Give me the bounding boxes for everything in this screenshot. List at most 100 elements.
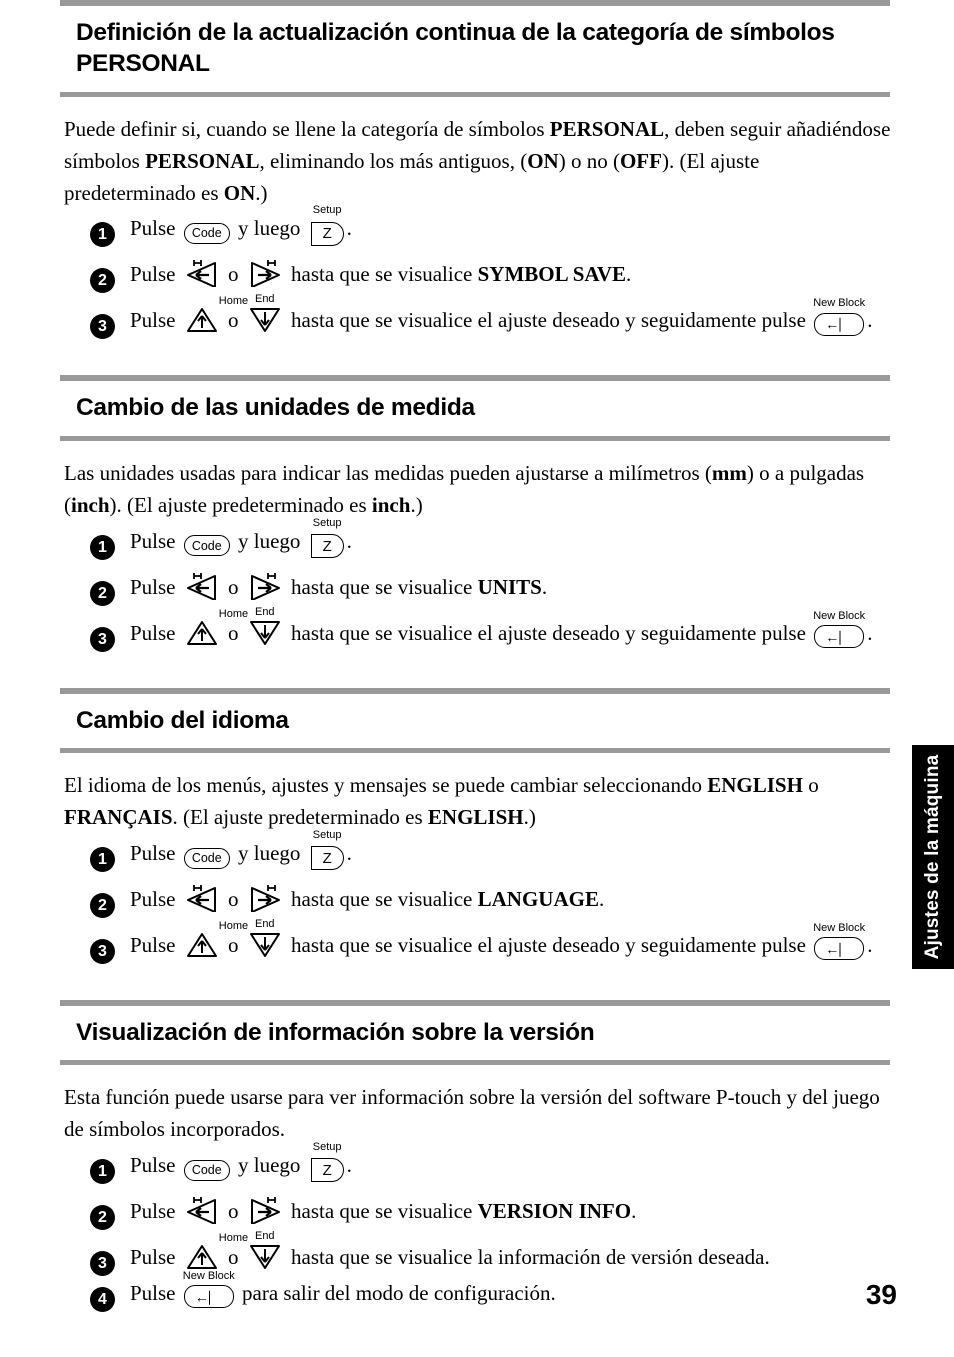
intro-bold: inch (71, 492, 110, 517)
code-key-icon[interactable]: Code (183, 843, 230, 869)
up-arrow-home-key-icon[interactable]: Home (185, 920, 248, 958)
down-arrow-end-key-icon[interactable]: End (248, 294, 282, 333)
left-arrow-key-icon[interactable] (185, 1196, 219, 1224)
setup-key-icon[interactable]: Setup Z (310, 205, 344, 246)
step-target-value: SYMBOL SAVE (477, 262, 627, 287)
steps-list: 1 Pulse Code y luego SetupZ. 2 Pulse o (60, 205, 890, 340)
step-label: Pulse (130, 1244, 176, 1269)
step-label: Pulse (130, 840, 176, 865)
intro-bold: PERSONAL (549, 116, 665, 141)
left-arrow-key-icon[interactable] (185, 572, 219, 600)
step-number-badge: 2 (90, 580, 115, 606)
intro-text: , eliminando los más antiguos, ( (259, 148, 528, 173)
intro-text: o (802, 772, 819, 797)
section-heading: Cambio de las unidades de medida (76, 394, 475, 422)
step-item: 4 Pulse New Block ←⎸ para salir del modo … (90, 1270, 890, 1312)
intro-bold: ON (527, 148, 559, 173)
step-number-badge: 3 (90, 1250, 115, 1276)
new-block-key-icon[interactable]: New Block ←⎸ (183, 1270, 235, 1309)
step-label: y luego (238, 840, 301, 865)
intro-text: . (El ajuste predeterminado es (172, 804, 428, 829)
section-symbol-save: Definición de la actualización continua … (60, 0, 890, 340)
step-text: Pulse o hasta que se visualice SYMBOL SA… (130, 254, 632, 288)
new-block-key-icon[interactable]: New Block ←⎸ (813, 922, 865, 961)
step-text: Pulse Home o End hasta que se visualice … (130, 1230, 770, 1270)
step-label: y luego (238, 1152, 301, 1177)
code-key-icon[interactable]: Code (183, 218, 230, 245)
right-arrow-key-icon[interactable] (248, 884, 282, 912)
section-intro-paragraph: El idioma de los menús, ajustes y mensaj… (60, 753, 894, 836)
up-arrow-home-key-icon[interactable]: Home (185, 296, 248, 333)
step-label: Pulse (130, 886, 176, 911)
section-heading: Definición de la actualización continua … (76, 19, 835, 78)
step-text: Pulse Code y luego Setup Z. (130, 205, 352, 246)
step-item: 2 Pulse o hasta que se visualice UNITS. (90, 567, 890, 606)
step-label: y luego (238, 216, 301, 241)
setup-key-icon[interactable]: Setup Z (310, 1141, 344, 1183)
right-arrow-key-icon[interactable] (248, 260, 282, 288)
intro-bold: FRANÇAIS (64, 804, 173, 829)
step-label: Pulse (130, 1280, 176, 1305)
left-arrow-key-icon[interactable] (185, 884, 219, 912)
setup-key-icon[interactable]: Setup Z (310, 829, 344, 871)
up-arrow-home-key-icon[interactable]: Home (185, 608, 248, 646)
step-label: hasta que se visualice (291, 262, 473, 287)
step-number-badge: 2 (90, 1204, 115, 1230)
step-label: o (228, 1244, 239, 1269)
intro-text: ) o no ( (558, 148, 620, 173)
step-label: o (228, 262, 239, 287)
step-number-badge: 3 (90, 314, 115, 340)
step-label: hasta que se visualice (291, 886, 473, 911)
setup-key-icon[interactable]: Setup Z (310, 517, 344, 559)
down-arrow-end-key-icon[interactable]: End (248, 606, 282, 646)
step-number-badge: 1 (90, 534, 115, 560)
step-label: o (228, 574, 239, 599)
new-block-key-icon[interactable]: New Block ←⎸ (813, 610, 865, 649)
page-number: 39 (865, 1279, 897, 1310)
code-key-icon[interactable]: Code (183, 1155, 230, 1181)
step-label: y luego (238, 528, 301, 553)
step-label: Pulse (130, 216, 176, 241)
step-text: Pulse Code y luego Setup Z. (130, 829, 352, 871)
step-item: 3 Pulse Home o End hasta que se visualic… (90, 1230, 890, 1276)
intro-bold: OFF (619, 148, 662, 173)
step-label: o (228, 932, 239, 957)
new-block-key-icon[interactable]: New Block ←⎸ (813, 298, 865, 336)
step-number-badge: 4 (90, 1286, 115, 1312)
step-number-badge: 1 (90, 846, 115, 872)
up-arrow-home-key-icon[interactable]: Home (185, 1232, 248, 1270)
step-label: o (228, 620, 239, 645)
section-intro-paragraph: Puede definir si, cuando se llene la cat… (60, 97, 894, 212)
right-arrow-key-icon[interactable] (248, 1196, 282, 1224)
step-label: o (228, 886, 239, 911)
side-tab-machine-settings: Ajustes de la máquina (912, 745, 954, 969)
step-target-value: VERSION INFO (477, 1198, 632, 1223)
section-units: Cambio de las unidades de medida Las uni… (60, 375, 890, 652)
section-intro-paragraph: Esta función puede usarse para ver infor… (64, 1085, 880, 1142)
intro-bold: ENGLISH (707, 772, 803, 797)
down-arrow-end-key-icon[interactable]: End (248, 918, 282, 958)
right-arrow-key-icon[interactable] (248, 572, 282, 600)
step-text: Pulse o hasta que se visualice UNITS. (130, 567, 547, 600)
step-label: Pulse (130, 932, 176, 957)
step-label: . (626, 262, 632, 287)
step-label: . (867, 308, 873, 333)
down-arrow-end-key-icon[interactable]: End (248, 1230, 282, 1270)
step-label: . (346, 840, 352, 865)
left-arrow-key-icon[interactable] (185, 260, 219, 288)
intro-text: .) (255, 180, 268, 205)
step-label: . (346, 528, 352, 553)
intro-text: .) (410, 492, 423, 517)
step-text: Pulse Home o End hasta que se visualice … (130, 606, 872, 649)
step-text: Pulse o hasta que se visualice VERSION I… (130, 1191, 636, 1224)
code-key-icon[interactable]: Code (183, 531, 230, 557)
section-version-info: Visualización de información sobre la ve… (60, 999, 890, 1312)
step-label: Pulse (130, 262, 176, 287)
step-label: Pulse (130, 1152, 176, 1177)
step-target-value: LANGUAGE (477, 886, 599, 911)
intro-text: .) (523, 804, 536, 829)
step-label: Pulse (130, 308, 176, 333)
step-text: Pulse New Block ←⎸ para salir del modo de… (130, 1270, 556, 1309)
